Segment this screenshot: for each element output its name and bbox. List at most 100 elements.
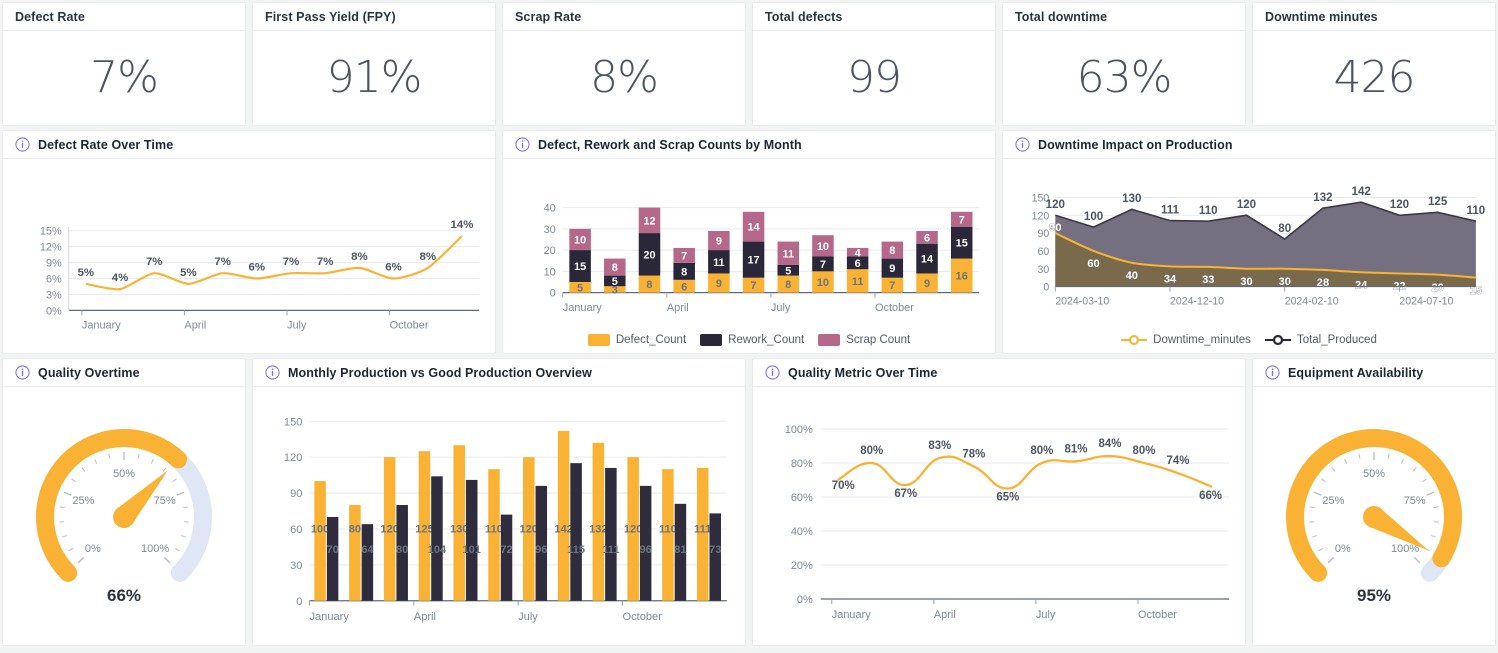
charts-row-1: Defect Rate Over Time 0% 3% 6% 9% 12% 15% 5% 4%… <box>2 130 1496 354</box>
chart-text: October <box>390 319 429 331</box>
chart-text: 90 <box>290 488 302 500</box>
chart-text: 20% <box>791 560 813 572</box>
card-title: Quality Metric Over Time <box>788 365 938 380</box>
bar[interactable] <box>592 442 605 601</box>
kpi-card-total-defects[interactable]: Total defects 99 <box>752 2 996 126</box>
info-icon[interactable] <box>1015 137 1030 152</box>
chart-text: 104 <box>428 544 447 556</box>
card-quality-metric[interactable]: Quality Metric Over Time 0% 20% 40% 60% 80% 1… <box>752 358 1246 646</box>
chart-text: 60 <box>290 524 302 536</box>
line-series <box>837 455 1213 490</box>
kpi-card-total-downtime[interactable]: Total downtime 63% <box>1002 2 1246 126</box>
chart-text: 2024-12-10 <box>1170 296 1224 308</box>
chart-text: 15 <box>574 261 586 273</box>
bar[interactable] <box>557 430 570 601</box>
chart-text: April <box>184 319 206 331</box>
gauge-tick <box>1426 491 1435 496</box>
gauge-tick <box>1433 506 1439 509</box>
info-icon[interactable] <box>1265 365 1280 380</box>
chart-text: 132 <box>1313 191 1332 204</box>
chart-text: 110 <box>485 524 503 536</box>
kpi-body: 99 <box>753 31 995 125</box>
chart-text: 7 <box>820 259 826 271</box>
bar[interactable] <box>605 467 617 601</box>
card-equipment-availability[interactable]: Equipment Availability 0% 25% 50% 75% 100% 95… <box>1252 358 1496 646</box>
kpi-card-downtime-minutes[interactable]: Downtime minutes 426 <box>1252 2 1496 126</box>
legend-defect-rework-scrap: Defect_Count Rework_Count Scrap Count <box>503 327 995 353</box>
legend-item-total-produced[interactable]: Total_Produced <box>1264 334 1377 346</box>
legend-item-scrap-count[interactable]: Scrap Count <box>818 334 910 346</box>
dashboard: Defect Rate 7% First Pass Yield (FPY) 91… <box>0 0 1498 653</box>
line-marker-icon <box>1264 334 1291 346</box>
chart-monthly-production: 0 30 60 90 120 150 100 70 80 64 120 80 125 104 130 101 1… <box>253 387 745 645</box>
legend-item-rework-count[interactable]: Rework_Count <box>700 334 804 346</box>
bar[interactable] <box>709 513 721 601</box>
bar[interactable] <box>500 514 513 601</box>
chart-text: 6 <box>681 281 687 293</box>
info-icon[interactable] <box>15 137 30 152</box>
chart-text: 8% <box>420 251 437 263</box>
gauge-tick <box>1344 458 1348 464</box>
chart-text: 150 <box>284 416 302 428</box>
kpi-card-defect-rate[interactable]: Defect Rate 7% <box>2 2 246 126</box>
gauge-hub <box>113 506 135 528</box>
info-icon[interactable] <box>15 365 30 380</box>
card-defect-rate-over-time[interactable]: Defect Rate Over Time 0% 3% 6% 9% 12% 15% 5% 4%… <box>2 130 496 354</box>
kpi-value: 426 <box>1333 52 1416 103</box>
chart-text: October <box>623 611 663 623</box>
charts-row-2: Quality Overtime 0% 25% 50% 75% 100% 66% Mont… <box>2 358 1496 646</box>
legend-label: Rework_Count <box>728 334 805 346</box>
info-icon[interactable] <box>765 365 780 380</box>
gauge-tick <box>1412 467 1417 472</box>
legend-item-downtime-minutes[interactable]: Downtime_minutes <box>1121 334 1251 346</box>
chart-text: 8 <box>646 279 652 291</box>
kpi-value: 91% <box>326 52 423 103</box>
gauge-tick <box>162 467 167 472</box>
chart-text: 50% <box>113 468 135 480</box>
chart-text: 0% <box>85 543 101 555</box>
card-title: Defect, Rework and Scrap Counts by Month <box>538 137 802 152</box>
card-quality-overtime[interactable]: Quality Overtime 0% 25% 50% 75% 100% 66% <box>2 358 246 646</box>
chart-text: 8 <box>681 266 687 278</box>
bar[interactable] <box>431 476 443 601</box>
bar[interactable] <box>465 479 478 601</box>
chart-text: 9% <box>46 258 62 270</box>
info-icon[interactable] <box>515 137 530 152</box>
kpi-value: 8% <box>590 52 659 103</box>
gauge-tick <box>183 506 189 509</box>
chart-text: April <box>934 609 956 621</box>
chart-text: 7 <box>889 280 895 292</box>
info-icon[interactable] <box>265 365 280 380</box>
kpi-card-scrap-rate[interactable]: Scrap Rate 8% <box>502 2 746 126</box>
chart-text: 12% <box>40 242 62 254</box>
card-monthly-production[interactable]: Monthly Production vs Good Production Ov… <box>252 358 746 646</box>
kpi-body: 8% <box>503 31 745 125</box>
chart-text: 90 <box>1049 222 1061 234</box>
chart-text: January <box>832 609 871 621</box>
chart-text: 60% <box>791 492 813 504</box>
chart-text: 7% <box>146 256 163 268</box>
gauge-cap <box>1420 563 1439 582</box>
chart-text: 6% <box>46 273 62 285</box>
bar[interactable] <box>326 516 339 601</box>
card-downtime-impact[interactable]: Downtime Impact on Production 0 30 60 90 120… <box>1002 130 1496 354</box>
bar[interactable] <box>361 524 374 601</box>
bar[interactable] <box>349 505 361 601</box>
kpi-card-first-pass-yield[interactable]: First Pass Yield (FPY) 91% <box>252 2 496 126</box>
gauge-quality-overtime: 0% 25% 50% 75% 100% 66% <box>3 387 245 645</box>
chart-text: 5 <box>785 265 791 277</box>
chart-text: 3% <box>46 289 62 301</box>
bar[interactable] <box>570 463 582 601</box>
kpi-body: 7% <box>3 31 245 125</box>
kpi-title: Scrap Rate <box>503 3 745 31</box>
chart-text: 0 <box>550 288 556 300</box>
bar[interactable] <box>314 481 326 601</box>
chart-text: October <box>875 302 914 314</box>
chart-text: 74% <box>1167 455 1190 467</box>
chart-text: 2024-03-10 <box>1055 296 1109 308</box>
chart-text: 16 <box>956 271 968 283</box>
legend-item-defect-count[interactable]: Defect_Count <box>587 334 686 346</box>
gauge-hub <box>1363 506 1385 528</box>
chart-text: 6 <box>855 258 861 270</box>
card-defect-rework-scrap[interactable]: Defect, Rework and Scrap Counts by Month… <box>502 130 996 354</box>
